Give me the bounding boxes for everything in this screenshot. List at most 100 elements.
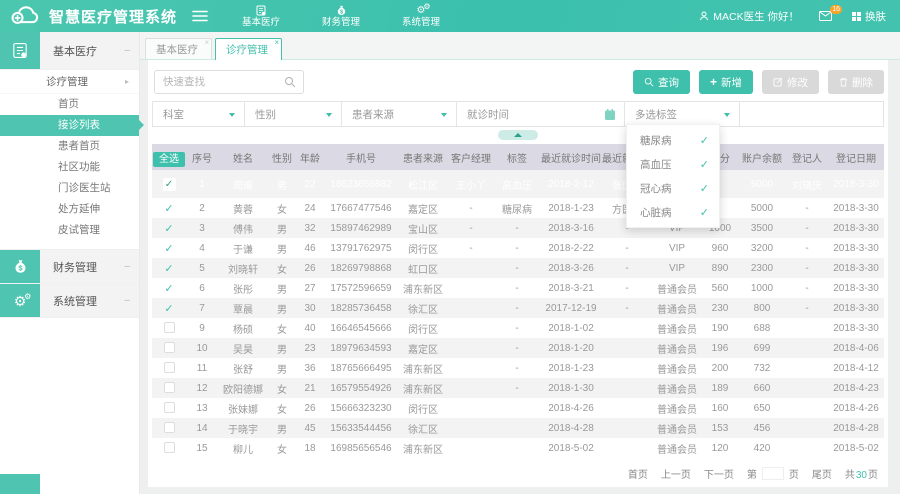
sidebar-item[interactable]: 接诊列表 (0, 115, 139, 136)
row-checkbox[interactable] (164, 422, 175, 433)
row-checkbox[interactable] (164, 442, 175, 453)
add-button[interactable]: + 新增 (699, 70, 753, 94)
nav-finance[interactable]: $ 财务管理 (322, 4, 360, 28)
table-row[interactable]: 6 张彤 男 27 17572596659 浦东新区 - 2018-3-21 -… (152, 278, 884, 298)
messages-button[interactable]: 16 (819, 11, 832, 21)
filter-visit-time[interactable]: 就诊时间 (457, 102, 625, 126)
row-checkbox[interactable] (164, 222, 173, 235)
cell-checkbox (152, 338, 186, 358)
row-checkbox[interactable] (164, 402, 175, 413)
row-checkbox[interactable] (164, 242, 173, 255)
search-input[interactable] (155, 71, 303, 93)
table-row[interactable]: 11 张舒 男 36 18765666495 浦东新区 - 2018-1-23 … (152, 358, 884, 378)
column-header: 最近就诊时间 (540, 144, 602, 170)
cell-balance: 6000 (738, 170, 786, 198)
collapse-button[interactable] (498, 130, 538, 140)
cell-points: 189 (702, 378, 738, 398)
table-row[interactable]: 14 于晓宇 男 45 15633544456 徐汇区 2018-4-28 普通… (152, 418, 884, 438)
select-all-chip[interactable]: 全选 (153, 152, 185, 167)
row-checkbox[interactable] (164, 362, 175, 373)
sidebar-item[interactable]: 门诊医生站 (0, 178, 139, 199)
delete-button[interactable]: 删除 (828, 70, 884, 94)
nav-label: 系统管理 (402, 18, 440, 28)
sidebar-item-label: 皮试管理 (58, 224, 100, 236)
cell-registrar (786, 438, 828, 458)
tag-option[interactable]: 心脏病 (627, 200, 719, 224)
table-row[interactable]: 7 覃晨 男 30 18285736458 徐汇区 - 2017-12-19 -… (152, 298, 884, 318)
tab[interactable]: 诊疗管理 (215, 38, 282, 60)
cell-gender: 女 (268, 438, 296, 458)
table-row[interactable]: 13 张妹娜 女 26 15666323230 闵行区 2018-4-26 普通… (152, 398, 884, 418)
sidebar-submenu-treatment[interactable]: 诊疗管理 ▸ (0, 70, 139, 94)
table-row[interactable]: 12 欧阳德娜 女 21 16579554926 浦东新区 - 2018-1-3… (152, 378, 884, 398)
cell-checkbox (152, 398, 186, 418)
table-row[interactable]: 3 傅伟 男 32 15897462989 宝山区 - - 2018-3-16 … (152, 218, 884, 238)
tag-option[interactable]: 冠心病 (627, 176, 719, 200)
query-button[interactable]: 查询 (633, 70, 690, 94)
row-checkbox[interactable] (164, 302, 173, 315)
cell-points: 190 (702, 318, 738, 338)
search-icon[interactable] (284, 76, 296, 88)
row-checkbox[interactable] (164, 282, 173, 295)
page-number-input[interactable] (762, 467, 784, 480)
user-greeting[interactable]: MACK医生 你好！ (699, 9, 799, 24)
row-checkbox[interactable] (164, 202, 173, 215)
nav-basic-medical[interactable]: 基本医疗 (242, 4, 280, 28)
cell-seq: 4 (186, 238, 218, 258)
sidebar-section-system[interactable]: ⚙⚙ 系统管理– (0, 284, 139, 318)
sidebar-section-finance[interactable]: $ 财务管理– (0, 250, 139, 284)
hamburger-menu-icon[interactable] (192, 10, 208, 22)
sidebar-footer-block (0, 474, 40, 494)
row-checkbox[interactable] (163, 178, 176, 191)
page-jump-label-pre: 第 (747, 466, 757, 481)
tag-option[interactable]: 糖尿病 (627, 128, 719, 152)
cell-checkbox (152, 258, 186, 278)
page-last[interactable]: 尾页 (812, 466, 832, 481)
cell-last-visit: 2018-3-21 (540, 278, 602, 298)
tab[interactable]: 基本医疗 (145, 38, 212, 59)
cell-checkbox (152, 238, 186, 258)
app-title: 智慧医疗管理系统 (49, 6, 177, 27)
row-checkbox[interactable] (164, 262, 173, 275)
row-checkbox[interactable] (164, 342, 175, 353)
filter-gender[interactable]: 性别 (245, 102, 342, 126)
row-checkbox[interactable] (164, 382, 175, 393)
table-row[interactable]: 1 周瑜 男 22 18623656882 松江区 王小丫 高血压 2018-2… (152, 170, 884, 198)
table-row[interactable]: 5 刘晓轩 女 26 18269798868 虹口区 - 2018-3-26 -… (152, 258, 884, 278)
table-row[interactable]: 10 吴昊 男 23 18979634593 嘉定区 - 2018-1-20 普… (152, 338, 884, 358)
cell-age: 23 (296, 338, 324, 358)
cell-member-level: VIP (652, 238, 702, 258)
table-row[interactable]: 4 于谦 男 46 13791762975 闵行区 - - 2018-2-22 … (152, 238, 884, 258)
cell-tag: - (494, 298, 540, 318)
cell-seq: 7 (186, 298, 218, 318)
cell-seq: 13 (186, 398, 218, 418)
tag-option[interactable]: 高血压 (627, 152, 719, 176)
sidebar-item[interactable]: 患者首页 (0, 136, 139, 157)
filter-patient-source[interactable]: 患者来源 (342, 102, 457, 126)
sidebar-item[interactable]: 首页 (0, 94, 139, 115)
filter-multi-tag[interactable]: 多选标签 (625, 102, 740, 126)
column-header: 年龄 (296, 144, 324, 170)
page-next[interactable]: 下一页 (704, 466, 734, 481)
cell-name: 吴昊 (218, 338, 268, 358)
table-header-row: 全选 序号姓名性别年龄手机号患者来源客户经理标签最近就诊时间最近就诊医师会员等级… (152, 144, 884, 170)
sidebar-section-basic-medical[interactable]: 基本医疗– (0, 32, 139, 70)
money-bag-icon: $ (336, 4, 347, 16)
cell-name: 傅伟 (218, 218, 268, 238)
check-icon (700, 134, 709, 147)
skin-button[interactable]: 换肤 (852, 9, 886, 24)
sidebar-item[interactable]: 社区功能 (0, 157, 139, 178)
cell-manager (448, 418, 494, 438)
filter-department[interactable]: 科室 (153, 102, 245, 126)
edit-button[interactable]: 修改 (762, 70, 819, 94)
table-row[interactable]: 15 柳儿 女 18 16985656546 浦东新区 2018-5-02 普通… (152, 438, 884, 458)
page-first[interactable]: 首页 (628, 466, 648, 481)
page-prev[interactable]: 上一页 (661, 466, 691, 481)
nav-system[interactable]: ⚙⚙ 系统管理 (402, 4, 440, 28)
sidebar-item[interactable]: 皮试管理 (0, 220, 139, 241)
cell-seq: 2 (186, 198, 218, 218)
table-row[interactable]: 2 黄蓉 女 24 17667477546 嘉定区 - 糖尿病 2018-1-2… (152, 198, 884, 218)
table-row[interactable]: 9 杨硕 女 40 16646545666 闵行区 - 2018-1-02 普通… (152, 318, 884, 338)
sidebar-item[interactable]: 处方延伸 (0, 199, 139, 220)
row-checkbox[interactable] (164, 322, 175, 333)
